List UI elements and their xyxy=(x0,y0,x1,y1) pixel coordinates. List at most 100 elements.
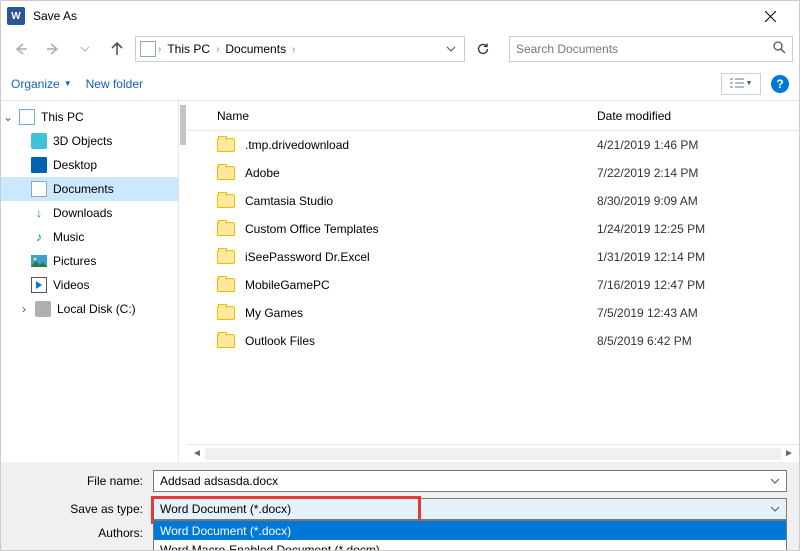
file-date: 8/30/2019 9:09 AM xyxy=(597,194,799,208)
pictures-icon xyxy=(31,253,47,269)
documents-icon xyxy=(31,181,47,197)
chevron-right-icon[interactable]: › xyxy=(216,44,219,55)
pane-divider[interactable] xyxy=(179,101,187,462)
scroll-track[interactable] xyxy=(205,448,781,460)
navitem-music[interactable]: ♪ Music xyxy=(1,225,178,249)
location-icon xyxy=(140,41,156,57)
navitem-documents[interactable]: Documents xyxy=(1,177,178,201)
main-area: ⌄ This PC 3D Objects Desktop Documents xyxy=(1,101,799,462)
file-name: Custom Office Templates xyxy=(245,222,597,236)
file-row[interactable]: Adobe7/22/2019 2:14 PM xyxy=(187,159,799,187)
file-row[interactable]: Camtasia Studio8/30/2019 9:09 AM xyxy=(187,187,799,215)
expand-icon[interactable]: › xyxy=(19,302,29,316)
folder-icon xyxy=(217,194,235,208)
breadcrumb-this-pc[interactable]: This PC xyxy=(163,42,214,56)
file-row[interactable]: Custom Office Templates1/24/2019 12:25 P… xyxy=(187,215,799,243)
arrow-up-icon xyxy=(110,41,124,57)
filename-dropdown-icon[interactable] xyxy=(770,474,780,488)
search-icon[interactable] xyxy=(773,41,786,57)
recent-locations-button[interactable] xyxy=(71,35,99,63)
list-view-icon xyxy=(730,77,744,91)
column-date-modified[interactable]: Date modified xyxy=(597,109,799,123)
folder-icon xyxy=(217,306,235,320)
file-name: iSeePassword Dr.Excel xyxy=(245,250,597,264)
authors-label: Authors: xyxy=(13,526,153,540)
refresh-button[interactable] xyxy=(469,35,497,63)
3d-objects-icon xyxy=(31,133,47,149)
chevron-right-icon[interactable]: › xyxy=(292,44,295,55)
search-input[interactable]: Search Documents xyxy=(509,36,793,62)
downloads-icon: ↓ xyxy=(31,205,47,221)
help-button[interactable]: ? xyxy=(771,75,789,93)
navitem-videos[interactable]: Videos xyxy=(1,273,178,297)
file-date: 7/5/2019 12:43 AM xyxy=(597,306,799,320)
nav-row: › This PC › Documents › Search Documents xyxy=(1,31,799,67)
file-name: My Games xyxy=(245,306,597,320)
arrow-left-icon xyxy=(13,42,29,56)
search-placeholder: Search Documents xyxy=(516,42,618,56)
navitem-3d-objects[interactable]: 3D Objects xyxy=(1,129,178,153)
forward-button[interactable] xyxy=(39,35,67,63)
close-icon xyxy=(765,11,776,22)
new-folder-button[interactable]: New folder xyxy=(86,77,143,91)
file-row[interactable]: .tmp.drivedownload4/21/2019 1:46 PM xyxy=(187,131,799,159)
refresh-icon xyxy=(476,42,490,56)
navitem-desktop[interactable]: Desktop xyxy=(1,153,178,177)
dropdown-arrow-icon: ▼ xyxy=(64,79,72,88)
file-date: 7/16/2019 12:47 PM xyxy=(597,278,799,292)
chevron-right-icon[interactable]: › xyxy=(158,44,161,55)
column-name[interactable]: Name xyxy=(217,109,597,123)
file-row[interactable]: MobileGamePC7/16/2019 12:47 PM xyxy=(187,271,799,299)
navitem-this-pc[interactable]: ⌄ This PC xyxy=(1,105,178,129)
word-app-icon: W xyxy=(7,7,25,25)
address-bar[interactable]: › This PC › Documents › xyxy=(135,36,465,62)
view-options-button[interactable]: ▼ xyxy=(721,73,761,95)
save-as-type-combobox[interactable]: Word Document (*.docx) xyxy=(153,498,787,520)
disk-icon xyxy=(35,301,51,317)
file-name: Outlook Files xyxy=(245,334,597,348)
horizontal-scrollbar[interactable]: ◄ ► xyxy=(187,444,799,462)
file-date: 7/22/2019 2:14 PM xyxy=(597,166,799,180)
file-date: 4/21/2019 1:46 PM xyxy=(597,138,799,152)
file-name: Camtasia Studio xyxy=(245,194,597,208)
file-date: 1/24/2019 12:25 PM xyxy=(597,222,799,236)
toolbar: Organize ▼ New folder ▼ ? xyxy=(1,67,799,101)
save-as-type-label: Save as type: xyxy=(13,502,153,516)
navitem-pictures[interactable]: Pictures xyxy=(1,249,178,273)
file-row[interactable]: iSeePassword Dr.Excel1/31/2019 12:14 PM xyxy=(187,243,799,271)
folder-icon xyxy=(217,334,235,348)
file-list-pane: Name Date modified .tmp.drivedownload4/2… xyxy=(187,101,799,462)
file-list[interactable]: .tmp.drivedownload4/21/2019 1:46 PMAdobe… xyxy=(187,131,799,444)
save-as-type-dropdown-list[interactable]: Word Document (*.docx)Word Macro-Enabled… xyxy=(153,520,787,551)
scroll-left-icon[interactable]: ◄ xyxy=(189,448,205,459)
navitem-downloads[interactable]: ↓ Downloads xyxy=(1,201,178,225)
chevron-down-icon xyxy=(80,45,90,53)
type-option[interactable]: Word Document (*.docx) xyxy=(154,521,786,540)
breadcrumb-documents[interactable]: Documents xyxy=(221,42,290,56)
type-dropdown-icon[interactable] xyxy=(770,502,780,516)
music-icon: ♪ xyxy=(31,229,47,245)
videos-icon xyxy=(31,277,47,293)
folder-icon xyxy=(217,138,235,152)
address-dropdown[interactable] xyxy=(442,42,460,56)
folder-icon xyxy=(217,222,235,236)
collapse-icon[interactable]: ⌄ xyxy=(3,110,13,124)
close-button[interactable] xyxy=(748,1,793,31)
filename-value: Addsad adsasda.docx xyxy=(160,474,278,488)
navigation-pane[interactable]: ⌄ This PC 3D Objects Desktop Documents xyxy=(1,101,179,462)
file-name: Adobe xyxy=(245,166,597,180)
type-option[interactable]: Word Macro-Enabled Document (*.docm) xyxy=(154,540,786,551)
pc-icon xyxy=(19,109,35,125)
folder-icon xyxy=(217,250,235,264)
navitem-local-disk[interactable]: › Local Disk (C:) xyxy=(1,297,178,321)
filename-input[interactable]: Addsad adsasda.docx xyxy=(153,470,787,492)
file-row[interactable]: Outlook Files8/5/2019 6:42 PM xyxy=(187,327,799,355)
titlebar: W Save As xyxy=(1,1,799,31)
organize-button[interactable]: Organize ▼ xyxy=(11,77,72,91)
window-title: Save As xyxy=(33,9,77,23)
filename-label: File name: xyxy=(13,474,153,488)
up-button[interactable] xyxy=(103,35,131,63)
back-button[interactable] xyxy=(7,35,35,63)
file-row[interactable]: My Games7/5/2019 12:43 AM xyxy=(187,299,799,327)
scroll-right-icon[interactable]: ► xyxy=(781,448,797,459)
